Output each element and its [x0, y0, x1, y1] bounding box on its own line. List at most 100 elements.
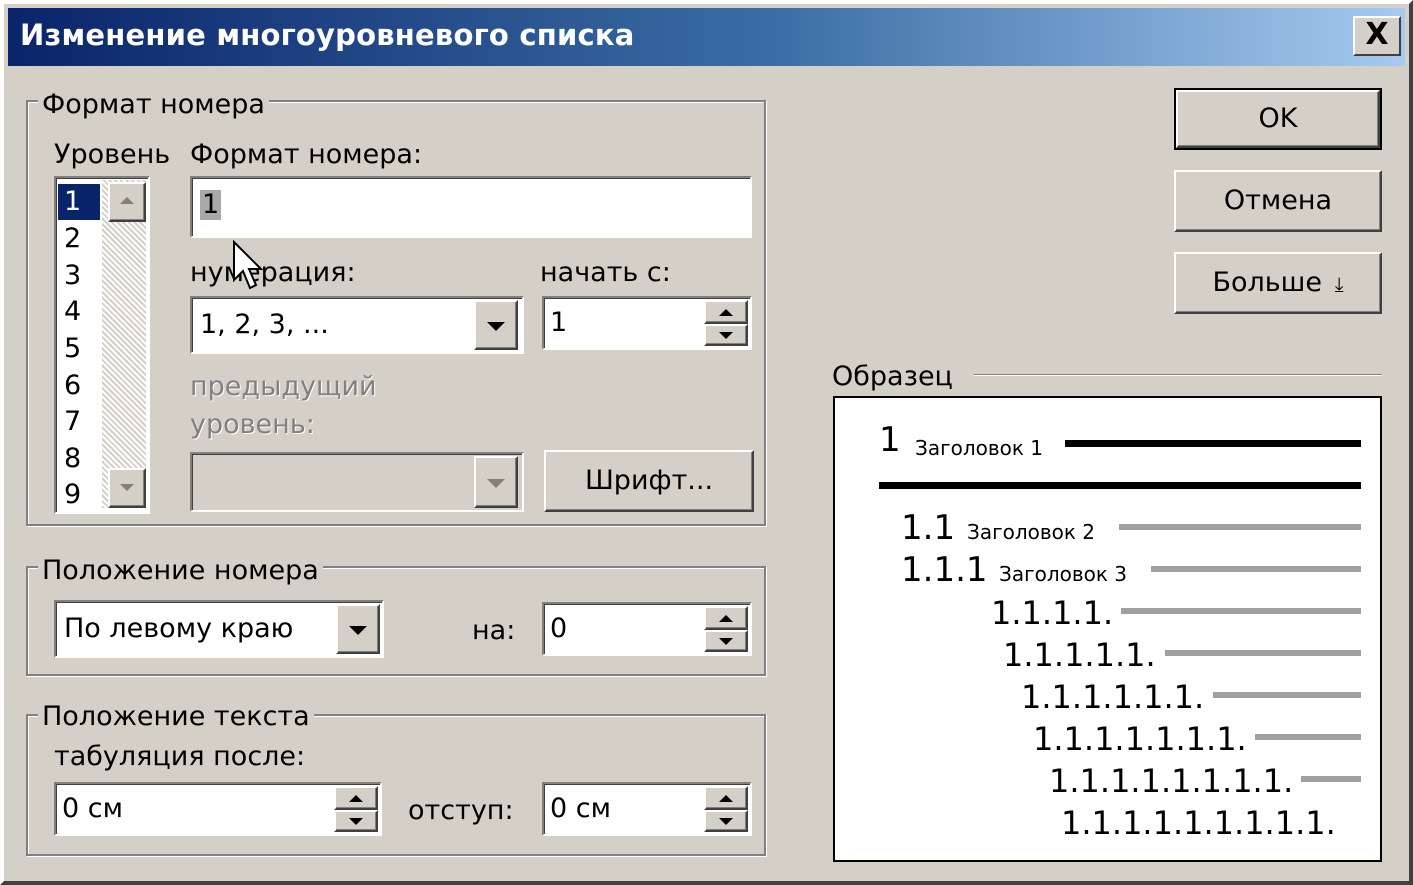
preview-number: 1.1.1.1.1.1.1.	[1033, 720, 1247, 758]
preview-number: 1.1.1.1.	[991, 594, 1114, 632]
aligned-at-spin-up[interactable]	[704, 606, 748, 630]
preview-line	[1119, 524, 1361, 530]
text-position-group-label: Положение текста	[38, 702, 314, 732]
window-title: Изменение многоуровневого списка	[20, 18, 635, 52]
number-format-group-label: Формат номера	[38, 90, 269, 120]
close-icon: X	[1365, 17, 1389, 52]
aligned-at-label: на:	[472, 615, 516, 646]
level-scrollbar[interactable]	[102, 180, 146, 508]
previous-level-select[interactable]	[190, 452, 524, 512]
preview-number: 1.1.1	[901, 550, 988, 590]
level-item-2[interactable]: 2	[58, 221, 100, 257]
level-label: Уровень	[54, 139, 171, 170]
level-item-1[interactable]: 1	[58, 184, 100, 220]
ok-button-label: OK	[1258, 103, 1298, 134]
alignment-dropdown-button[interactable]	[336, 604, 380, 654]
scroll-up-icon	[120, 197, 134, 204]
scroll-down-button[interactable]	[108, 468, 146, 508]
format-label: Формат номера:	[190, 139, 423, 170]
spin-up-icon	[349, 795, 363, 802]
double-chevron-down-icon: ⤓	[1321, 272, 1344, 296]
font-button[interactable]: Шрифт...	[544, 450, 754, 512]
number-position-group-label: Положение номера	[38, 556, 323, 586]
more-button[interactable]: Больше ⤓	[1174, 252, 1382, 314]
tab-after-value: 0 см	[62, 793, 123, 824]
tab-after-spin-up[interactable]	[334, 786, 378, 810]
spin-up-icon	[719, 309, 733, 316]
preview-line	[1165, 650, 1361, 656]
level-item-8[interactable]: 8	[58, 441, 100, 477]
scroll-down-icon	[120, 484, 134, 491]
preview-number: 1.1.1.1.1.1.	[1021, 678, 1205, 716]
number-format-input[interactable]: 1	[190, 176, 752, 238]
preview-number: 1.1.1.1.1.	[1003, 636, 1156, 674]
indent-spin-up[interactable]	[704, 786, 748, 810]
chevron-down-icon	[349, 626, 367, 635]
preview-separator	[974, 374, 1382, 376]
start-at-spin-up[interactable]	[704, 300, 748, 324]
spin-down-icon	[349, 818, 363, 825]
tab-after-label: табуляция после:	[54, 741, 306, 772]
spin-up-icon	[719, 615, 733, 622]
title-bar[interactable]: Изменение многоуровневого списка	[8, 8, 1405, 66]
indent-value: 0 см	[550, 793, 611, 824]
preview-line	[1065, 440, 1361, 447]
font-button-label: Шрифт...	[584, 465, 714, 496]
preview-line	[1121, 608, 1361, 614]
tab-after-spin-down[interactable]	[334, 810, 378, 832]
preview-line	[1255, 734, 1361, 740]
preview-line	[1213, 692, 1361, 698]
cancel-button-label: Отмена	[1223, 185, 1333, 216]
preview-number: 1	[879, 420, 901, 460]
preview-line	[1301, 776, 1361, 782]
close-button[interactable]: X	[1353, 16, 1401, 56]
more-button-label: Больше	[1212, 267, 1322, 298]
level-item-7[interactable]: 7	[58, 404, 100, 440]
start-at-value: 1	[550, 307, 568, 338]
chevron-down-icon	[487, 322, 505, 331]
numbering-style-value: 1, 2, 3, ...	[200, 309, 329, 340]
numbering-style-select[interactable]: 1, 2, 3, ...	[190, 296, 524, 354]
start-at-spin-down[interactable]	[704, 324, 748, 346]
preview-label: Образец	[832, 361, 953, 392]
previous-level-label-line2: уровень:	[190, 409, 315, 440]
preview-line	[879, 482, 1361, 489]
mouse-cursor-icon	[233, 240, 264, 290]
level-item-4[interactable]: 4	[58, 294, 100, 330]
level-listbox[interactable]: 1 2 3 4 5 6 7 8 9	[54, 176, 150, 514]
previous-level-dropdown-button[interactable]	[474, 456, 518, 508]
preview-line	[1151, 566, 1361, 572]
multilevel-list-dialog: Изменение многоуровневого списка X Форма…	[0, 0, 1413, 885]
level-item-5[interactable]: 5	[58, 331, 100, 367]
cancel-button[interactable]: Отмена	[1174, 170, 1382, 232]
previous-level-label-line1: предыдущий	[190, 371, 377, 402]
spin-down-icon	[719, 332, 733, 339]
preview-caption: Заголовок 3	[999, 562, 1128, 586]
chevron-down-icon	[487, 479, 505, 488]
scroll-up-button[interactable]	[108, 182, 146, 222]
number-format-value: 1	[200, 189, 222, 220]
number-alignment-select[interactable]: По левому краю	[54, 600, 384, 658]
tab-after-input[interactable]: 0 см	[54, 782, 382, 836]
ok-button[interactable]: OK	[1174, 88, 1382, 150]
numbering-dropdown-button[interactable]	[474, 300, 518, 350]
preview-pane: 1 Заголовок 1 1.1 Заголовок 2 1.1.1 Заго…	[833, 396, 1382, 862]
indent-input[interactable]: 0 см	[542, 782, 752, 836]
preview-number: 1.1.1.1.1.1.1.1.	[1049, 762, 1294, 800]
preview-number: 1.1.1.1.1.1.1.1.1.	[1061, 804, 1336, 842]
indent-label: отступ:	[408, 795, 514, 826]
preview-caption: Заголовок 2	[967, 520, 1096, 544]
spin-up-icon	[719, 795, 733, 802]
aligned-at-input[interactable]: 0	[542, 602, 752, 656]
level-item-3[interactable]: 3	[58, 258, 100, 294]
preview-number: 1.1	[901, 508, 956, 548]
aligned-at-value: 0	[550, 613, 568, 644]
start-at-input[interactable]: 1	[542, 296, 752, 350]
level-item-6[interactable]: 6	[58, 368, 100, 404]
start-at-label: начать с:	[540, 257, 671, 288]
aligned-at-spin-down[interactable]	[704, 630, 748, 652]
level-item-9[interactable]: 9	[58, 477, 100, 512]
number-alignment-value: По левому краю	[64, 613, 294, 644]
indent-spin-down[interactable]	[704, 810, 748, 832]
numbering-label: нумерация:	[190, 257, 356, 288]
